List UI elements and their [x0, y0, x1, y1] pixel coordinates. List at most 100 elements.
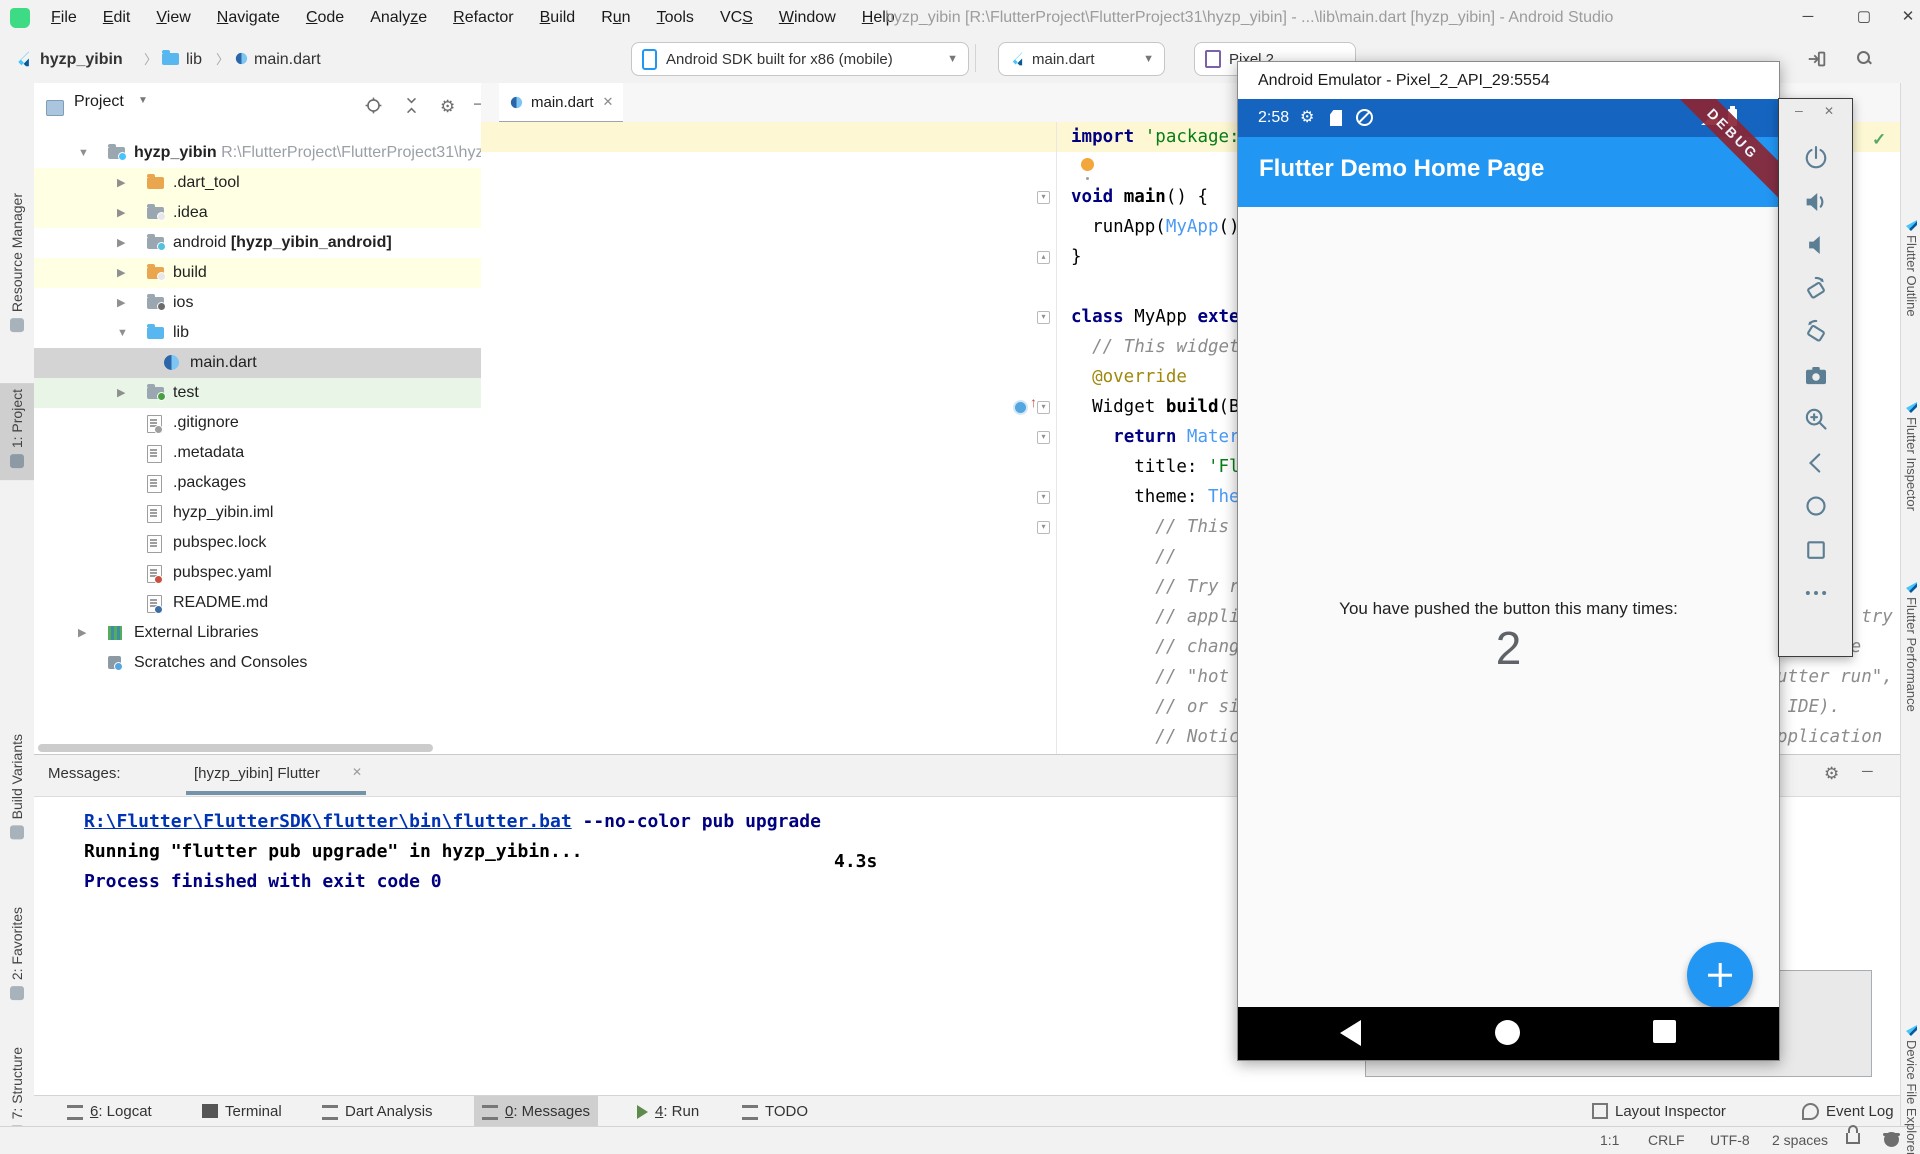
- tree-item-pubspec-yaml[interactable]: pubspec.yaml: [34, 558, 481, 588]
- hector-inspector-icon[interactable]: [1884, 1132, 1899, 1147]
- rotate-right-icon[interactable]: [1801, 317, 1831, 347]
- gear-icon[interactable]: ⚙: [440, 98, 455, 115]
- horizontal-scrollbar[interactable]: [38, 744, 433, 752]
- breadcrumb-file[interactable]: main.dart: [254, 36, 321, 83]
- project-view-selector[interactable]: Project: [74, 93, 124, 111]
- menu-analyze[interactable]: Analyze: [357, 9, 440, 26]
- screenshot-icon[interactable]: [1801, 361, 1831, 391]
- close-tab-icon[interactable]: ✕: [603, 94, 614, 110]
- unlock-icon[interactable]: [1846, 1133, 1860, 1144]
- toolwindow-button-event-log[interactable]: Event Log: [1794, 1096, 1902, 1126]
- toolwindow-button-layout-inspector[interactable]: Layout Inspector: [1584, 1096, 1734, 1126]
- menu-view[interactable]: View: [143, 9, 203, 26]
- menu-file[interactable]: File: [38, 9, 90, 26]
- tree-expand-arrow[interactable]: ▶: [117, 168, 125, 198]
- close-window-button[interactable]: ✕: [1886, 0, 1920, 36]
- recents-nav-button[interactable]: [1653, 1020, 1676, 1043]
- tree-item-hyzp-yibin-iml[interactable]: hyzp_yibin.iml: [34, 498, 481, 528]
- back-nav-button[interactable]: [1340, 1020, 1361, 1046]
- stripe-tab-flutter-outline[interactable]: Flutter Outline: [1902, 216, 1920, 317]
- fold-marker[interactable]: ▾: [1037, 521, 1050, 534]
- fold-marker[interactable]: ▾: [1037, 491, 1050, 504]
- chevron-down-icon[interactable]: ▼: [138, 95, 148, 106]
- toolwindow-button-terminal[interactable]: Terminal: [194, 1096, 290, 1126]
- stripe-tab-flutter-performance[interactable]: Flutter Performance: [1902, 578, 1920, 712]
- power-icon[interactable]: [1801, 143, 1831, 173]
- close-emulator-icon[interactable]: ✕: [1824, 104, 1834, 118]
- menu-edit[interactable]: Edit: [90, 9, 144, 26]
- emulator-title-bar[interactable]: Android Emulator - Pixel_2_API_29:5554: [1238, 62, 1779, 99]
- menu-run[interactable]: Run: [588, 9, 643, 26]
- caret-position[interactable]: 1:1: [1600, 1127, 1619, 1154]
- tree-expand-arrow[interactable]: ▼: [117, 318, 128, 348]
- minimize-window-button[interactable]: ─: [1786, 0, 1830, 36]
- tree-item--idea[interactable]: ▶.idea: [34, 198, 481, 228]
- run-configuration-selector[interactable]: main.dart ▼: [998, 42, 1165, 76]
- toolwindow-button-6-logcat[interactable]: 6: Logcat: [59, 1096, 160, 1126]
- tree-item--dart-tool[interactable]: ▶.dart_tool: [34, 168, 481, 198]
- menu-navigate[interactable]: Navigate: [204, 9, 293, 26]
- emulator-screen[interactable]: 2:58 ⚙ Flutter Demo Home Page DEBUG You …: [1238, 99, 1779, 1060]
- stripe-tab-1-project[interactable]: 1: Project: [0, 383, 34, 480]
- toolwindow-button-todo[interactable]: TODO: [734, 1096, 816, 1126]
- tree-item--packages[interactable]: .packages: [34, 468, 481, 498]
- breadcrumb-project[interactable]: hyzp_yibin: [40, 36, 123, 83]
- attach-debugger-icon[interactable]: [1806, 48, 1828, 75]
- home-icon[interactable]: [1801, 491, 1831, 521]
- override-marker-icon[interactable]: [1013, 400, 1028, 415]
- menu-vcs[interactable]: VCS: [707, 9, 766, 26]
- tree-item-scratches-and-consoles[interactable]: Scratches and Consoles: [34, 648, 481, 678]
- home-nav-button[interactable]: [1495, 1020, 1520, 1045]
- tree-expand-arrow[interactable]: ▶: [117, 198, 125, 228]
- close-console-tab-icon[interactable]: ✕: [352, 765, 362, 779]
- more-icon[interactable]: [1801, 578, 1831, 608]
- tree-item--metadata[interactable]: .metadata: [34, 438, 481, 468]
- collapse-all-icon[interactable]: [402, 96, 421, 120]
- fold-marker[interactable]: ▴: [1037, 251, 1050, 264]
- editor-tab-main-dart[interactable]: main.dart ✕: [499, 83, 623, 125]
- tree-item-lib[interactable]: ▼lib: [34, 318, 481, 348]
- menu-refactor[interactable]: Refactor: [440, 9, 526, 26]
- breadcrumb-lib[interactable]: lib: [186, 36, 202, 83]
- menu-code[interactable]: Code: [293, 9, 357, 26]
- volume-up-icon[interactable]: [1801, 187, 1831, 217]
- back-icon[interactable]: [1801, 448, 1831, 478]
- stripe-tab-device-file-explorer[interactable]: Device File Explorer: [1902, 1021, 1920, 1154]
- flutter-console-tab[interactable]: [hyzp_yibin] Flutter: [194, 765, 320, 782]
- tree-item-hyzp-yibin[interactable]: ▼hyzp_yibin R:\FlutterProject\FlutterPro…: [34, 138, 481, 168]
- tree-item-build[interactable]: ▶build: [34, 258, 481, 288]
- tree-expand-arrow[interactable]: ▶: [117, 258, 125, 288]
- tree-expand-arrow[interactable]: ▼: [78, 138, 89, 168]
- tree-expand-arrow[interactable]: ▶: [117, 378, 125, 408]
- hide-panel-icon[interactable]: ─: [1862, 763, 1873, 780]
- toolwindow-button-0-messages[interactable]: 0: Messages: [474, 1096, 598, 1126]
- restore-window-button[interactable]: ▢: [1842, 0, 1886, 36]
- inspections-ok-icon[interactable]: ✓: [1872, 130, 1886, 150]
- tree-item-android[interactable]: ▶android [hyzp_yibin_android]: [34, 228, 481, 258]
- tree-expand-arrow[interactable]: ▶: [117, 228, 125, 258]
- fold-marker[interactable]: ▾: [1037, 191, 1050, 204]
- volume-down-icon[interactable]: [1801, 230, 1831, 260]
- intention-bulb-icon[interactable]: [1081, 158, 1094, 171]
- fold-marker[interactable]: ▾: [1037, 311, 1050, 324]
- tree-item-test[interactable]: ▶test: [34, 378, 481, 408]
- tree-expand-arrow[interactable]: ▶: [78, 618, 86, 648]
- zoom-in-icon[interactable]: [1801, 404, 1831, 434]
- console-link[interactable]: R:\Flutter\FlutterSDK\flutter\bin\flutte…: [84, 811, 572, 832]
- tree-item-main-dart[interactable]: main.dart: [34, 348, 481, 378]
- stripe-tab-2-favorites[interactable]: 2: Favorites: [0, 901, 34, 1012]
- menu-tools[interactable]: Tools: [644, 9, 707, 26]
- tree-item-readme-md[interactable]: README.md: [34, 588, 481, 618]
- toolwindow-button-4-run[interactable]: 4: Run: [629, 1096, 707, 1126]
- fold-marker[interactable]: ▾: [1037, 431, 1050, 444]
- tree-item--gitignore[interactable]: .gitignore: [34, 408, 481, 438]
- device-selector[interactable]: Android SDK built for x86 (mobile) ▼: [631, 42, 969, 76]
- search-everywhere-icon[interactable]: [1856, 50, 1872, 66]
- stripe-tab-build-variants[interactable]: Build Variants: [0, 728, 34, 851]
- locate-file-icon[interactable]: [364, 96, 383, 120]
- encoding[interactable]: UTF-8: [1710, 1127, 1750, 1154]
- menu-window[interactable]: Window: [766, 9, 849, 26]
- tree-item-external-libraries[interactable]: ▶External Libraries: [34, 618, 481, 648]
- tree-item-ios[interactable]: ▶ios: [34, 288, 481, 318]
- indent-setting[interactable]: 2 spaces: [1772, 1127, 1828, 1154]
